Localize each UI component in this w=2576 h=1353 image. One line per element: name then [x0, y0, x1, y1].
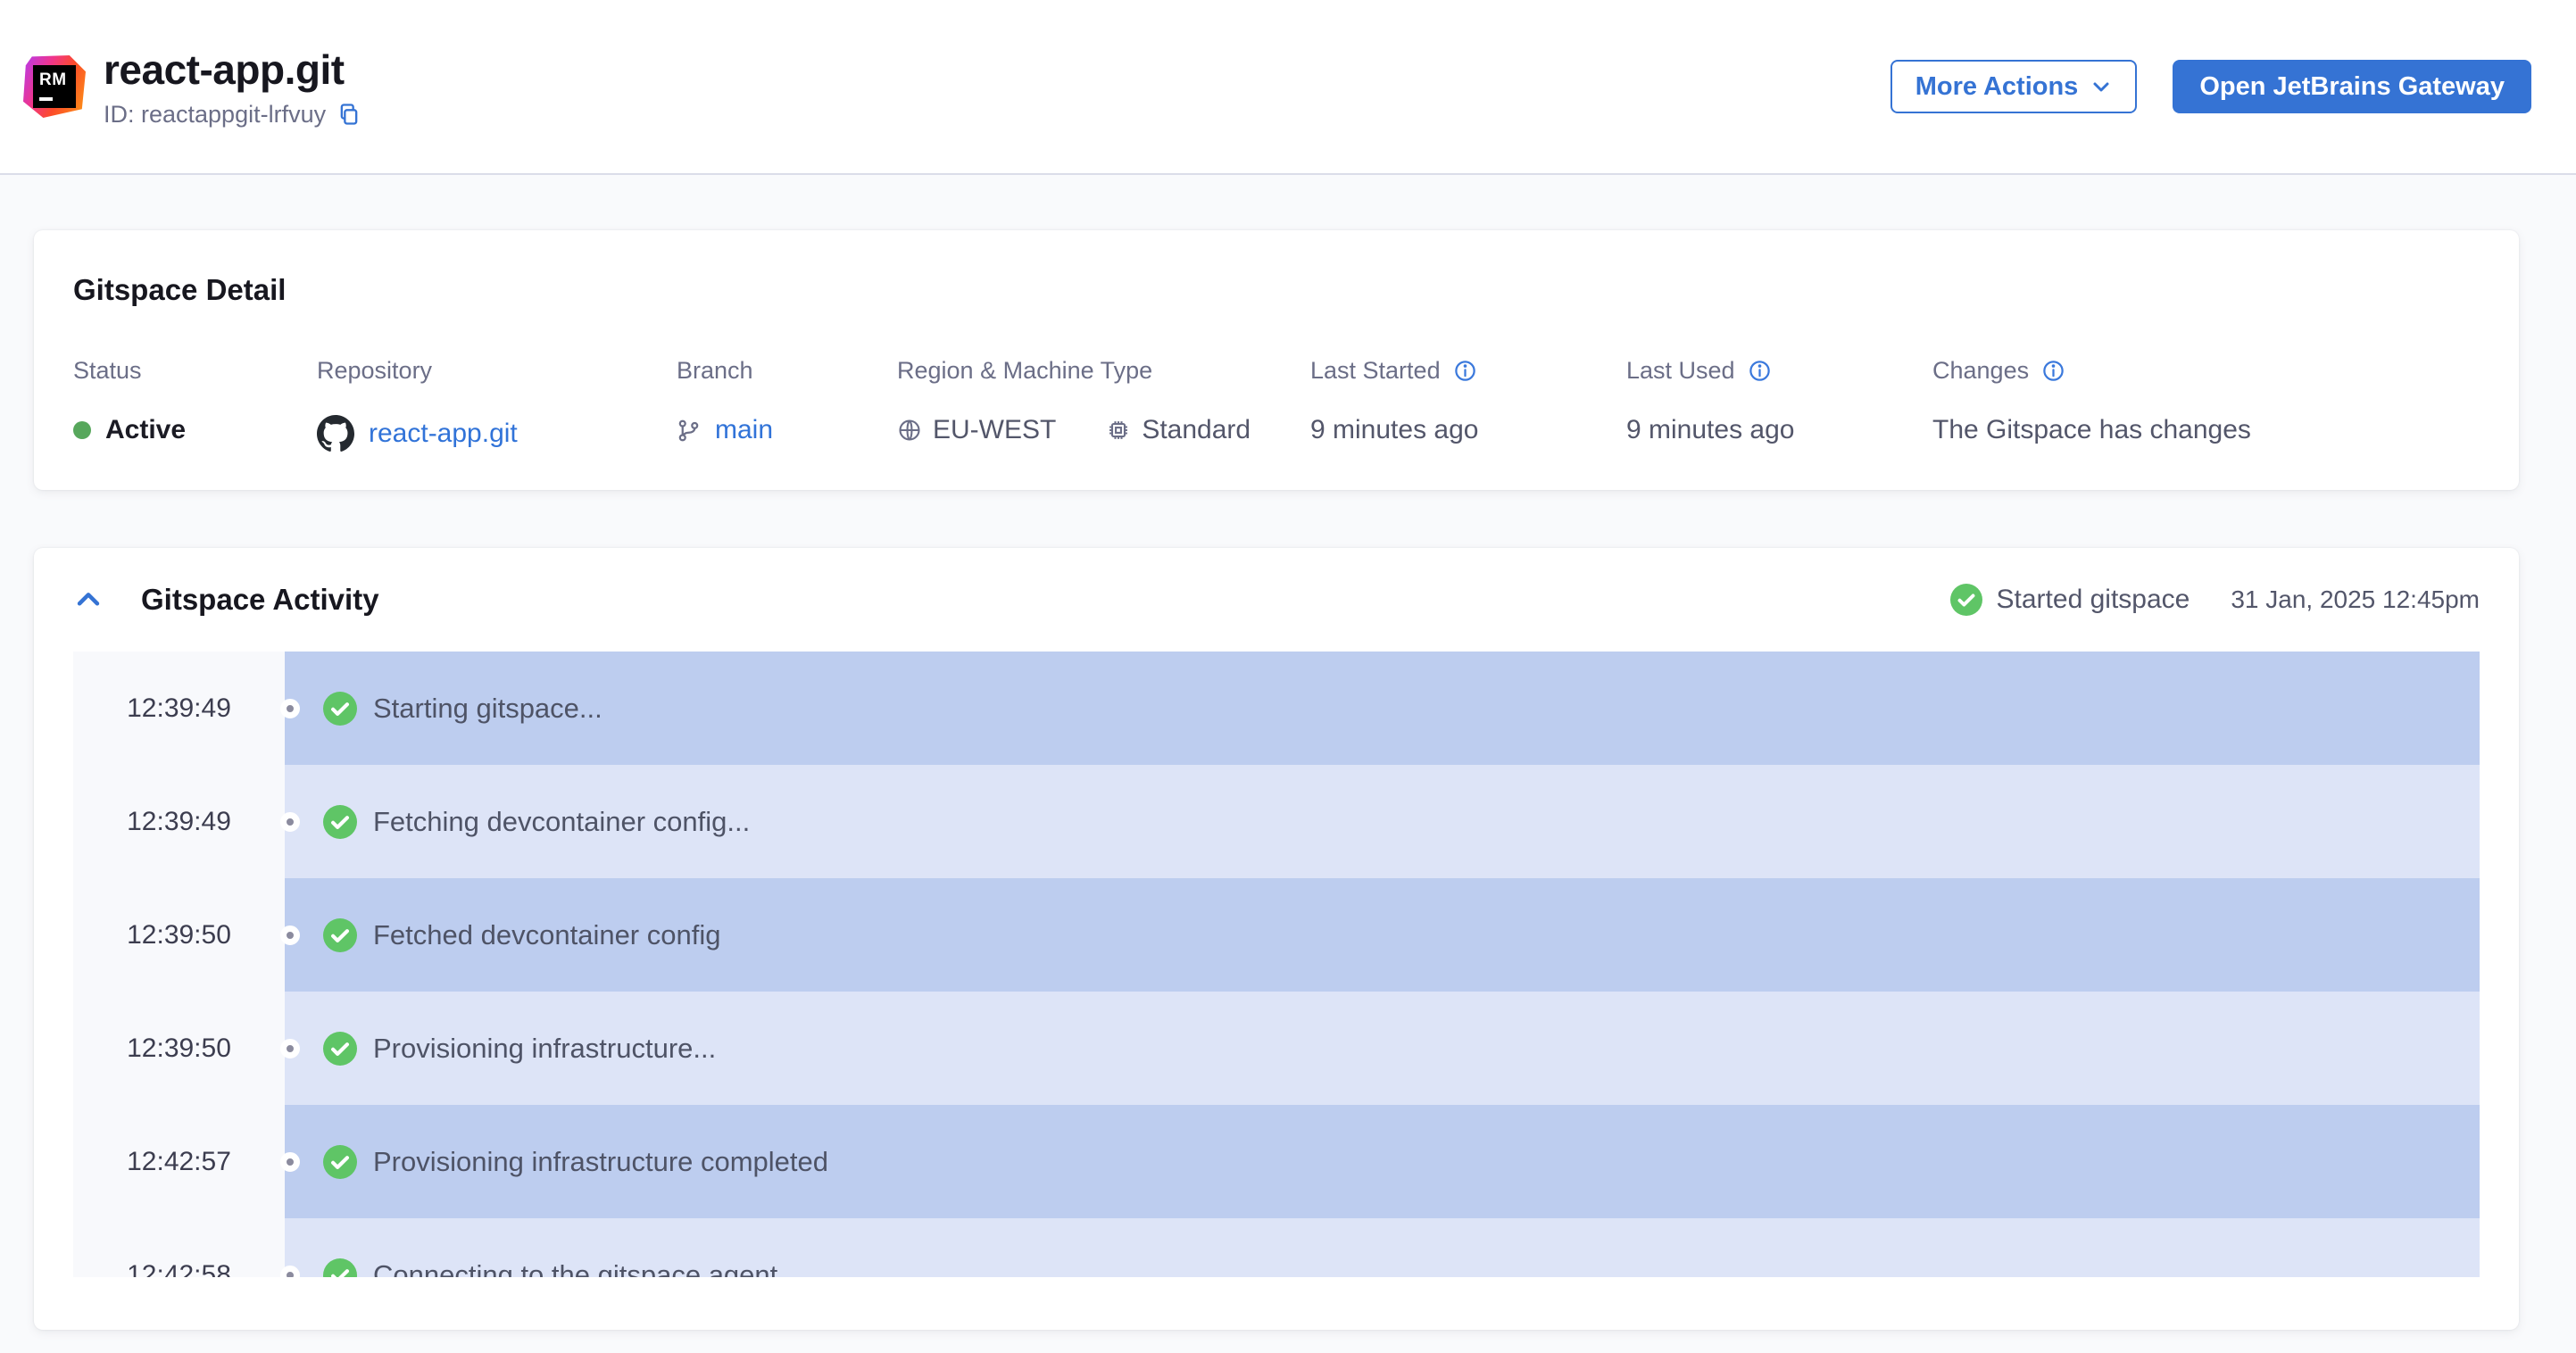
github-icon	[317, 415, 354, 452]
last-used-column: Last Used 9 minutes ago	[1626, 357, 1932, 452]
collapse-chevron-up-icon[interactable]	[73, 585, 104, 615]
log-row-time: 12:39:50	[73, 878, 285, 992]
activity-log-row: 12:42:57 Provisioning infrastructure com…	[73, 1105, 2480, 1218]
log-row-message-cell: Starting gitspace...	[285, 652, 2480, 765]
repository-label: Repository	[317, 357, 433, 384]
last-started-label: Last Started	[1310, 357, 1441, 384]
log-row-text: Connecting to the gitspace agent...	[373, 1258, 802, 1278]
log-row-time: 12:39:50	[73, 992, 285, 1105]
log-row-message-cell: Provisioning infrastructure completed	[285, 1105, 2480, 1218]
top-header: RM react-app.git ID: reactappgit-lrfvuy …	[0, 0, 2576, 175]
step-success-check-icon	[323, 691, 357, 726]
chevron-down-icon	[2090, 76, 2112, 97]
gitspace-detail-card: Gitspace Detail Status Active Repository	[34, 230, 2519, 490]
activity-title: Gitspace Activity	[141, 583, 379, 616]
log-row-text: Starting gitspace...	[373, 692, 602, 724]
activity-log-row: 12:42:58 Connecting to the gitspace agen…	[73, 1218, 2480, 1277]
gitspace-id-label: ID: reactappgit-lrfvuy	[104, 100, 327, 128]
branch-column: Branch main	[677, 357, 897, 452]
page-title: react-app.git	[104, 46, 345, 93]
log-row-text: Provisioning infrastructure...	[373, 1032, 717, 1064]
info-icon[interactable]	[1748, 359, 1772, 383]
last-started-column: Last Started 9 minutes ago	[1310, 357, 1626, 452]
status-active-dot-icon	[73, 421, 91, 439]
info-icon[interactable]	[1453, 359, 1477, 383]
detail-card-title: Gitspace Detail	[73, 273, 287, 306]
log-row-time: 12:42:58	[73, 1218, 285, 1277]
activity-timestamp: 31 Jan, 2025 12:45pm	[2231, 585, 2480, 613]
log-row-message-cell: Fetching devcontainer config...	[285, 765, 2480, 878]
log-row-text: Fetched devcontainer config	[373, 918, 721, 950]
open-jetbrains-gateway-button[interactable]: Open JetBrains Gateway	[2173, 60, 2531, 113]
timeline-dot-icon	[280, 925, 300, 945]
info-icon[interactable]	[2041, 359, 2065, 383]
step-success-check-icon	[323, 1258, 357, 1277]
status-label: Status	[73, 357, 142, 384]
status-value: Active	[105, 415, 187, 444]
log-row-message-cell: Fetched devcontainer config	[285, 878, 2480, 992]
log-row-message-cell: Provisioning infrastructure...	[285, 992, 2480, 1105]
rubymine-logo-icon: RM	[23, 55, 86, 118]
changes-column: Changes The Gitspace has changes	[1932, 357, 2480, 452]
step-success-check-icon	[323, 917, 357, 952]
more-actions-button[interactable]: More Actions	[1890, 60, 2138, 113]
copy-icon[interactable]	[337, 102, 361, 127]
rubymine-logo-underscore	[39, 97, 53, 101]
step-success-check-icon	[323, 1031, 357, 1066]
timeline-dot-icon	[280, 1151, 300, 1172]
repository-link[interactable]: react-app.git	[369, 419, 518, 449]
log-row-text: Provisioning infrastructure completed	[373, 1145, 829, 1177]
branch-link[interactable]: main	[715, 415, 773, 445]
region-machine-label: Region & Machine Type	[897, 357, 1153, 384]
region-value: EU-WEST	[933, 415, 1057, 444]
branch-label: Branch	[677, 357, 753, 384]
log-row-time: 12:39:49	[73, 765, 285, 878]
activity-status-text: Started gitspace	[1996, 585, 2190, 614]
timeline-dot-icon	[280, 1038, 300, 1058]
last-used-label: Last Used	[1626, 357, 1735, 384]
activity-log-row: 12:39:49 Starting gitspace...	[73, 652, 2480, 765]
globe-icon	[897, 418, 922, 443]
main-content: Gitspace Detail Status Active Repository	[0, 175, 2576, 1330]
rubymine-logo-monogram: RM	[33, 65, 76, 108]
activity-log-row: 12:39:50 Provisioning infrastructure...	[73, 992, 2480, 1105]
repository-column: Repository react-app.git	[317, 357, 677, 452]
region-machine-column: Region & Machine Type EU-WEST Standard	[897, 357, 1310, 452]
changes-value: The Gitspace has changes	[1932, 415, 2251, 444]
machine-chip-icon	[1106, 418, 1131, 443]
status-column: Status Active	[73, 357, 317, 452]
machine-type-value: Standard	[1142, 415, 1251, 444]
last-started-value: 9 minutes ago	[1310, 415, 1479, 444]
gitspace-activity-card: Gitspace Activity Started gitspace 31 Ja…	[34, 548, 2519, 1330]
activity-log-row: 12:39:49 Fetching devcontainer config...	[73, 765, 2480, 878]
log-row-text: Fetching devcontainer config...	[373, 805, 751, 837]
log-row-message-cell: Connecting to the gitspace agent...	[285, 1218, 2480, 1277]
more-actions-label: More Actions	[1915, 71, 2079, 101]
open-gateway-label: Open JetBrains Gateway	[2199, 71, 2505, 101]
log-row-time: 12:39:49	[73, 652, 285, 765]
activity-log[interactable]: 12:39:49 Starting gitspace... 12:39:49 F…	[73, 652, 2480, 1277]
last-used-value: 9 minutes ago	[1626, 415, 1795, 444]
changes-label: Changes	[1932, 357, 2030, 384]
rubymine-logo-text: RM	[39, 71, 67, 89]
branch-icon	[677, 419, 701, 443]
step-success-check-icon	[323, 1144, 357, 1179]
started-gitspace-check-icon	[1949, 584, 1982, 616]
timeline-dot-icon	[280, 698, 300, 718]
timeline-dot-icon	[280, 811, 300, 832]
activity-log-row: 12:39:50 Fetched devcontainer config	[73, 878, 2480, 992]
step-success-check-icon	[323, 804, 357, 839]
log-row-time: 12:42:57	[73, 1105, 285, 1218]
